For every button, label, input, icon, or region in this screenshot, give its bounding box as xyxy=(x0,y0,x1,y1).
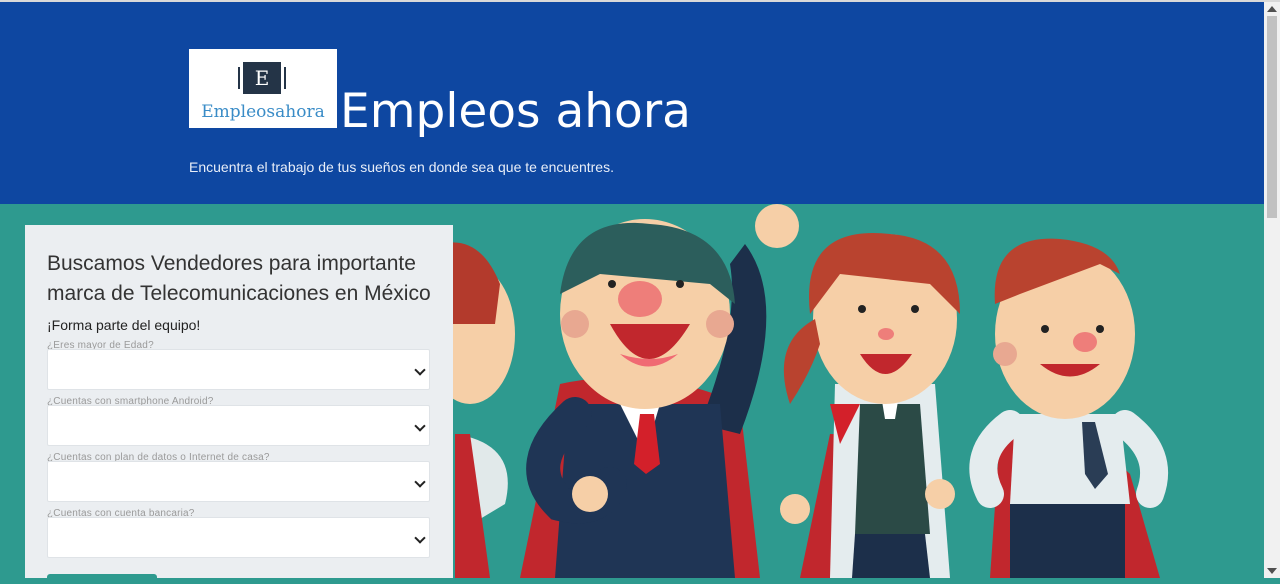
bank-account-select[interactable] xyxy=(47,517,430,558)
data-plan-select[interactable] xyxy=(47,461,430,502)
chevron-down-icon xyxy=(414,364,426,376)
adult-select[interactable] xyxy=(47,349,430,390)
site-logo[interactable]: E Empleosahora xyxy=(189,49,337,128)
chevron-down-icon xyxy=(414,420,426,432)
scroll-up-arrow-icon[interactable] xyxy=(1267,6,1277,12)
chevron-down-icon xyxy=(414,476,426,488)
page-scrollbar[interactable] xyxy=(1264,2,1280,578)
submit-button[interactable] xyxy=(47,574,157,584)
chevron-down-icon xyxy=(414,532,426,544)
site-tagline: Encuentra el trabajo de tus sueños en do… xyxy=(189,159,614,175)
form-title: Buscamos Vendedores para importante marc… xyxy=(47,252,431,305)
form-subtitle: ¡Forma parte del equipo! xyxy=(47,317,201,333)
logo-mark-icon: E xyxy=(238,62,286,94)
lead-form-card: Buscamos Vendedores para importante marc… xyxy=(25,225,453,584)
site-header: E Empleosahora Empleos ahora Encuentra e… xyxy=(0,2,1264,204)
scroll-down-arrow-icon[interactable] xyxy=(1267,568,1277,574)
site-title: Empleos ahora xyxy=(340,84,691,139)
scroll-thumb[interactable] xyxy=(1267,16,1277,218)
logo-text: Empleosahora xyxy=(201,102,325,122)
smartphone-select[interactable] xyxy=(47,405,430,446)
